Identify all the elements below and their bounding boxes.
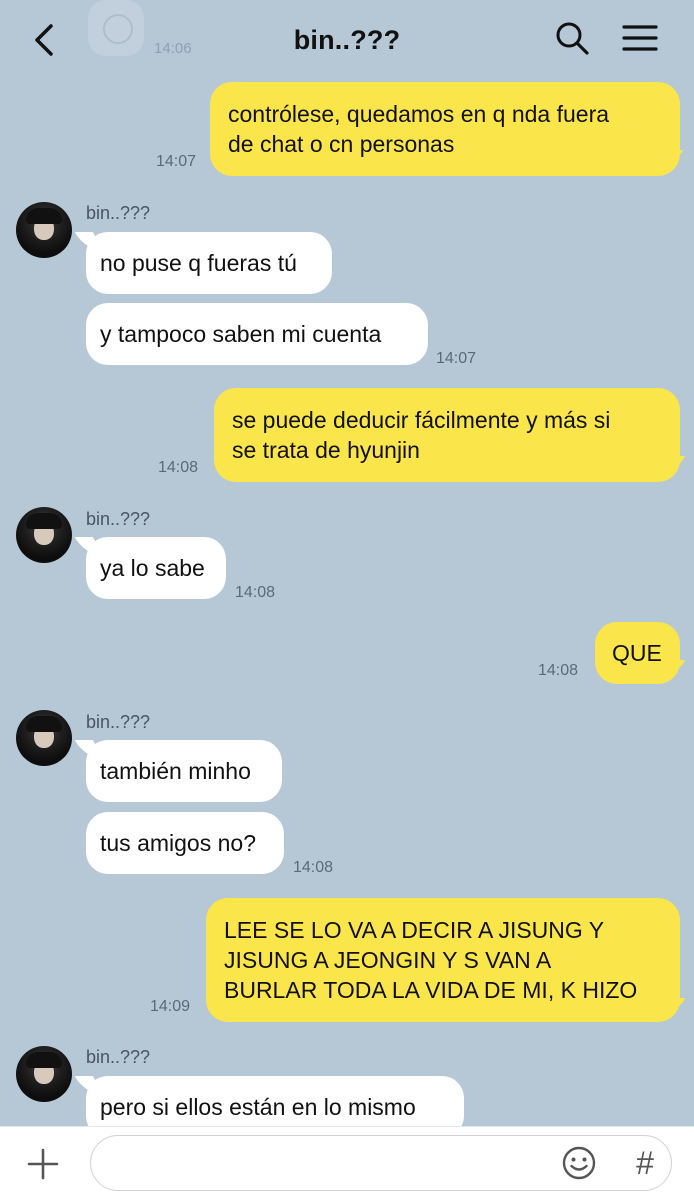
search-icon: [556, 22, 589, 55]
sender-name: bin..???: [86, 203, 151, 223]
message-timestamp: 14:07: [156, 153, 197, 170]
message-line: QUE: [612, 640, 662, 666]
chat-header: 14:06 bin..???: [0, 0, 694, 80]
sender-name: bin..???: [86, 712, 151, 732]
plus-icon: [27, 1148, 59, 1180]
emoji-button[interactable]: [561, 1145, 597, 1181]
message-text: ya lo sabe: [100, 555, 205, 581]
message-text: pero si ellos están en lo mismo: [100, 1094, 416, 1120]
message-line: LEE SE LO VA A DECIR A JISUNG Y: [224, 917, 605, 943]
incoming-message[interactable]: tus amigos no?: [86, 812, 284, 874]
message-timestamp: 14:09: [150, 998, 191, 1015]
hash-icon: #: [636, 1145, 654, 1181]
attach-button[interactable]: [26, 1147, 60, 1181]
message-timestamp: 14:08: [158, 459, 199, 476]
message-line: se trata de hyunjin: [232, 437, 420, 463]
message-line: de chat o cn personas: [228, 131, 455, 157]
menu-button[interactable]: [620, 18, 660, 58]
outgoing-message[interactable]: se puede deducir fácilmente y más si se …: [214, 388, 680, 482]
contact-avatar[interactable]: [16, 202, 72, 258]
message-timestamp: 14:08: [293, 859, 334, 876]
back-button[interactable]: [26, 18, 62, 62]
message-line: se puede deducir fácilmente y más si: [232, 407, 611, 433]
scrolled-avatar-ghost: [88, 0, 144, 56]
sender-name: bin..???: [86, 509, 151, 529]
search-button[interactable]: [552, 18, 592, 58]
message-line: JISUNG A JEONGIN Y S VAN A: [224, 947, 552, 973]
incoming-message[interactable]: y tampoco saben mi cuenta: [86, 303, 428, 365]
outgoing-message[interactable]: LEE SE LO VA A DECIR A JISUNG Y JISUNG A…: [206, 898, 680, 1022]
message-line: BURLAR TODA LA VIDA DE MI, K HIZO: [224, 977, 638, 1003]
incoming-message[interactable]: no puse q fueras tú: [86, 232, 332, 294]
message-text: no puse q fueras tú: [100, 250, 297, 276]
message-text: también minho: [100, 758, 251, 784]
message-text: tus amigos no?: [100, 830, 256, 856]
message-text: y tampoco saben mi cuenta: [100, 321, 382, 347]
chat-title: bin..???: [293, 24, 401, 55]
outgoing-message[interactable]: contrólese, quedamos en q nda fuera de c…: [210, 82, 680, 176]
message-input[interactable]: [113, 1146, 547, 1182]
incoming-message[interactable]: ya lo sabe: [86, 537, 226, 599]
message-timestamp: 14:08: [235, 584, 276, 601]
back-icon: [35, 24, 53, 56]
incoming-message[interactable]: también minho: [86, 740, 282, 802]
contact-avatar[interactable]: [16, 1046, 72, 1102]
contact-avatar[interactable]: [16, 507, 72, 563]
hash-button[interactable]: #: [627, 1144, 663, 1182]
message-line: contrólese, quedamos en q nda fuera: [228, 101, 610, 127]
contact-avatar[interactable]: [16, 710, 72, 766]
scrolled-timestamp-ghost: 14:06: [154, 40, 192, 57]
message-timestamp: 14:08: [538, 662, 579, 679]
menu-icon: [622, 25, 658, 51]
outgoing-message[interactable]: QUE: [595, 622, 680, 684]
emoji-icon: [562, 1146, 596, 1180]
message-timestamp: 14:07: [436, 350, 477, 367]
sender-name: bin..???: [86, 1047, 151, 1067]
message-composer: #: [0, 1126, 694, 1201]
message-input-box[interactable]: #: [90, 1135, 672, 1191]
